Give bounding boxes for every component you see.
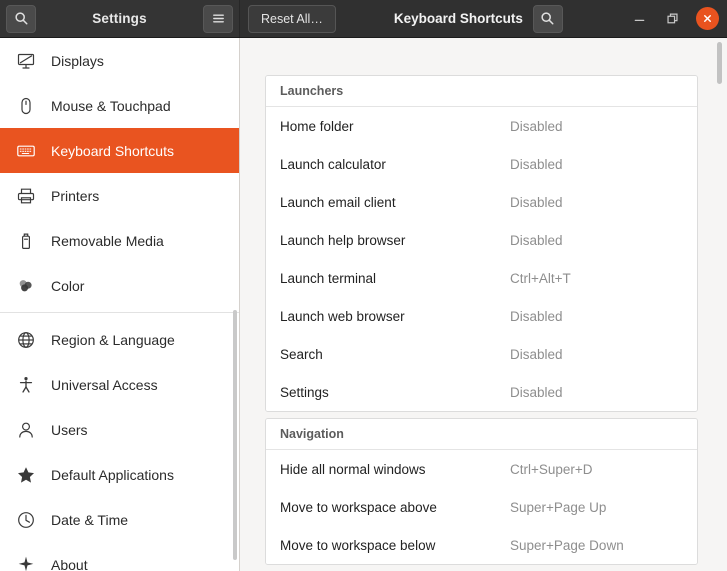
shortcut-accelerator: Disabled <box>510 195 563 210</box>
settings-window: Settings Reset All… Keyboard Shortcuts <box>0 0 727 571</box>
usb-drive-icon <box>15 230 37 252</box>
shortcut-sections: LaunchersHome folderDisabledLaunch calcu… <box>265 38 698 565</box>
app-title: Settings <box>36 11 203 26</box>
main-menu-button[interactable] <box>203 5 233 33</box>
sidebar-item-label: Color <box>51 278 84 294</box>
color-profile-icon <box>15 275 37 297</box>
shortcut-accelerator: Disabled <box>510 309 563 324</box>
sidebar-item-label: Keyboard Shortcuts <box>51 143 174 159</box>
shortcut-accelerator: Disabled <box>510 119 563 134</box>
shortcut-name: Launch help browser <box>280 233 510 248</box>
shortcut-row[interactable]: SearchDisabled <box>266 335 697 373</box>
section-title: Navigation <box>266 419 697 450</box>
sidebar-item-label: Date & Time <box>51 512 128 528</box>
shortcut-accelerator: Super+Page Down <box>510 538 624 553</box>
sidebar-search-button[interactable] <box>6 5 36 33</box>
sidebar-item-displays[interactable]: Displays <box>0 38 239 83</box>
shortcut-row[interactable]: Launch calculatorDisabled <box>266 145 697 183</box>
shortcut-accelerator: Super+Page Up <box>510 500 606 515</box>
sidebar-item-label: Region & Language <box>51 332 175 348</box>
sidebar-item-label: Users <box>51 422 88 438</box>
shortcut-section: NavigationHide all normal windowsCtrl+Su… <box>265 418 698 565</box>
sidebar-item-label: Printers <box>51 188 99 204</box>
sidebar-divider <box>0 312 239 313</box>
sidebar-item-label: Universal Access <box>51 377 158 393</box>
shortcut-row[interactable]: Move to workspace aboveSuper+Page Up <box>266 488 697 526</box>
shortcut-name: Settings <box>280 385 510 400</box>
sidebar-item-mouse-touchpad[interactable]: Mouse & Touchpad <box>0 83 239 128</box>
shortcut-name: Launch terminal <box>280 271 510 286</box>
star-icon <box>15 464 37 486</box>
sidebar-scrollbar[interactable] <box>233 310 237 560</box>
shortcut-name: Launch web browser <box>280 309 510 324</box>
sidebar-item-users[interactable]: Users <box>0 407 239 452</box>
clock-icon <box>15 509 37 531</box>
shortcut-accelerator: Disabled <box>510 157 563 172</box>
user-icon <box>15 419 37 441</box>
shortcut-row[interactable]: Home folderDisabled <box>266 107 697 145</box>
sidebar-item-label: Removable Media <box>51 233 164 249</box>
printer-icon <box>15 185 37 207</box>
sidebar-item-about[interactable]: About <box>0 542 239 571</box>
shortcut-name: Hide all normal windows <box>280 462 510 477</box>
settings-sidebar: Displays Mouse & Touchpad Keyboard Shortcu… <box>0 38 240 571</box>
minimize-button[interactable] <box>624 5 654 33</box>
keyboard-shortcuts-panel: LaunchersHome folderDisabledLaunch calcu… <box>240 38 727 571</box>
accessibility-icon <box>15 374 37 396</box>
sidebar-item-label: Displays <box>51 53 104 69</box>
shortcut-accelerator: Disabled <box>510 385 563 400</box>
sidebar-item-label: Default Applications <box>51 467 174 483</box>
sidebar-item-label: Mouse & Touchpad <box>51 98 171 114</box>
shortcut-name: Search <box>280 347 510 362</box>
shortcut-name: Move to workspace above <box>280 500 510 515</box>
shortcut-accelerator: Disabled <box>510 347 563 362</box>
shortcut-name: Home folder <box>280 119 510 134</box>
shortcut-row[interactable]: Launch help browserDisabled <box>266 221 697 259</box>
shortcut-row[interactable]: Move to workspace belowSuper+Page Down <box>266 526 697 564</box>
shortcut-name: Launch calculator <box>280 157 510 172</box>
display-icon <box>15 50 37 72</box>
shortcut-search-button[interactable] <box>533 5 563 33</box>
sidebar-list: Displays Mouse & Touchpad Keyboard Shortcu… <box>0 38 239 571</box>
maximize-restore-button[interactable] <box>657 5 687 33</box>
sparkle-icon <box>15 554 37 571</box>
sidebar-item-printers[interactable]: Printers <box>0 173 239 218</box>
shortcut-row[interactable]: Launch web browserDisabled <box>266 297 697 335</box>
sidebar-item-universal-access[interactable]: Universal Access <box>0 362 239 407</box>
sidebar-item-color[interactable]: Color <box>0 263 239 308</box>
keyboard-icon <box>15 140 37 162</box>
shortcut-row[interactable]: Launch terminalCtrl+Alt+T <box>266 259 697 297</box>
shortcut-accelerator: Disabled <box>510 233 563 248</box>
globe-icon <box>15 329 37 351</box>
sidebar-header: Settings <box>0 0 240 37</box>
shortcut-name: Move to workspace below <box>280 538 510 553</box>
content-scrollbar[interactable] <box>717 42 722 84</box>
sidebar-item-removable-media[interactable]: Removable Media <box>0 218 239 263</box>
shortcut-section: LaunchersHome folderDisabledLaunch calcu… <box>265 75 698 412</box>
shortcut-row[interactable]: Hide all normal windowsCtrl+Super+D <box>266 450 697 488</box>
sidebar-item-label: About <box>51 557 88 571</box>
reset-all-button[interactable]: Reset All… <box>248 5 336 33</box>
sidebar-item-region-language[interactable]: Region & Language <box>0 317 239 362</box>
content-header: Reset All… Keyboard Shortcuts <box>240 0 727 37</box>
shortcut-row[interactable]: SettingsDisabled <box>266 373 697 411</box>
panel-title: Keyboard Shortcuts <box>394 11 523 26</box>
shortcut-name: Launch email client <box>280 195 510 210</box>
section-title: Launchers <box>266 76 697 107</box>
window-header-bar: Settings Reset All… Keyboard Shortcuts <box>0 0 727 38</box>
window-body: Displays Mouse & Touchpad Keyboard Shortcu… <box>0 38 727 571</box>
sidebar-item-keyboard-shortcuts[interactable]: Keyboard Shortcuts <box>0 128 239 173</box>
shortcut-accelerator: Ctrl+Super+D <box>510 462 593 477</box>
sidebar-item-date-time[interactable]: Date & Time <box>0 497 239 542</box>
close-button[interactable] <box>696 7 719 30</box>
shortcut-row[interactable]: Launch email clientDisabled <box>266 183 697 221</box>
sidebar-item-default-applications[interactable]: Default Applications <box>0 452 239 497</box>
shortcut-accelerator: Ctrl+Alt+T <box>510 271 571 286</box>
mouse-icon <box>15 95 37 117</box>
